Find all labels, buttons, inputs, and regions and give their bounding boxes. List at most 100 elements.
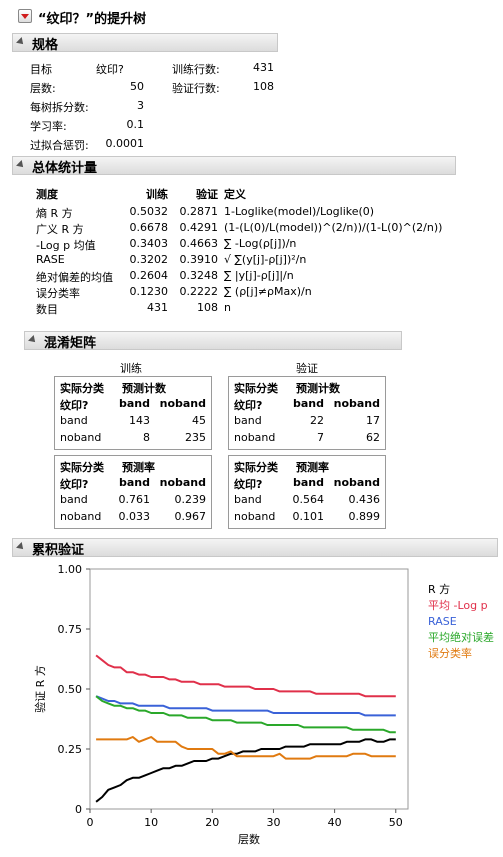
valid-count-cell: 17	[366, 414, 380, 427]
train-rate-cell: 0.033	[118, 510, 151, 523]
overall-definition: 1-Loglike(model)/Loglike(0)	[224, 205, 375, 218]
spec-value-penalty: 0.0001	[105, 137, 145, 150]
valid-count-row-label: noband	[234, 431, 276, 444]
spec-label-layers: 层数:	[30, 82, 56, 95]
spec-label-splits: 每树拆分数:	[30, 101, 89, 114]
overall-definition: ∑ (ρ[j]≠ρMax)/n	[224, 285, 312, 298]
overall-valid-value: 0.2871	[179, 205, 219, 218]
y-tick-label: 0	[75, 803, 82, 816]
train-count-cell: 8	[143, 431, 150, 444]
spec-value-layers: 50	[130, 80, 144, 93]
train-count-col-band: band	[118, 397, 150, 410]
cumulative-validation-chart: 0 0.25 0.50 0.75 1.00 0 10 20 30 40 50 层数 验证 R 方 R 方平…	[33, 563, 494, 846]
overall-valid-value: 0.3910	[179, 253, 219, 266]
confusion-header-title: 混淆矩阵	[44, 336, 97, 351]
valid-rate-pred-header: 预测率	[296, 461, 329, 474]
train-rate-col-band: band	[118, 476, 150, 489]
legend-item-logp: 平均 -Log p	[428, 599, 488, 612]
overall-measure-name: 数目	[36, 303, 58, 316]
valid-count-col-band: band	[292, 397, 324, 410]
train-rate-cell: 0.239	[174, 493, 207, 506]
col-header-valid: 验证	[196, 188, 218, 201]
spec-header-title: 规格	[32, 38, 59, 53]
spec-label-penalty: 过拟合惩罚:	[30, 139, 89, 152]
x-tick-label: 20	[205, 816, 219, 829]
x-tick-label: 50	[389, 816, 403, 829]
x-tick-label: 40	[328, 816, 342, 829]
y-tick-label: 1.00	[58, 563, 83, 576]
valid-count-row-label: band	[234, 414, 262, 427]
overall-measure-name: -Log p 均值	[36, 239, 96, 252]
x-tick-label: 0	[87, 816, 94, 829]
overall-train-value: 0.3403	[129, 237, 169, 250]
spec-value-lr: 0.1	[126, 118, 145, 131]
valid-rate-col-band: band	[292, 476, 324, 489]
valid-rate-row-var: 纹印?	[234, 478, 263, 491]
train-count-cell: 143	[129, 414, 150, 427]
train-count-actual-header: 实际分类	[60, 382, 104, 395]
overall-measure-name: RASE	[36, 253, 65, 266]
valid-rate-cell: 0.101	[292, 510, 325, 523]
overall-train-value: 0.6678	[129, 221, 169, 234]
train-rate-pred-header: 预测率	[122, 461, 155, 474]
col-header-definition: 定义	[224, 188, 246, 201]
overall-train-value: 0.2604	[129, 269, 169, 282]
train-count-cell: 235	[185, 431, 206, 444]
overall-definition: (1-(L(0)/L(model))^(2/n))/(1-L(0)^(2/n))	[224, 221, 443, 234]
spec-label-target: 目标	[30, 63, 52, 76]
confusion-train-label: 训练	[120, 362, 142, 375]
valid-count-cell: 22	[310, 414, 324, 427]
train-count-pred-header: 预测计数	[122, 382, 166, 395]
train-rate-col-noband: noband	[159, 476, 206, 489]
train-count-row-label: band	[60, 414, 88, 427]
col-header-train: 训练	[146, 188, 168, 201]
y-tick-label: 0.75	[58, 623, 83, 636]
valid-count-pred-header: 预测计数	[296, 382, 340, 395]
train-count-row-label: noband	[60, 431, 102, 444]
valid-rate-cell: 0.436	[348, 493, 381, 506]
legend-item-rsq: R 方	[428, 582, 450, 596]
train-rate-cell: 0.761	[118, 493, 151, 506]
confusion-valid-label: 验证	[296, 362, 318, 375]
overall-measure-name: 误分类率	[36, 287, 80, 300]
valid-count-cell: 7	[317, 431, 324, 444]
overall-train-value: 0.1230	[129, 285, 169, 298]
x-axis-label: 层数	[238, 833, 260, 846]
train-count-col-noband: noband	[159, 397, 206, 410]
report-title: “纹印？”的提升树	[38, 12, 147, 27]
spec-value-target: 纹印?	[96, 63, 124, 76]
train-count-row-var: 纹印?	[60, 399, 89, 412]
train-rate-actual-header: 实际分类	[60, 461, 104, 474]
spec-value-splits: 3	[137, 99, 144, 112]
cumulative-header-title: 累积验证	[32, 543, 85, 558]
y-tick-label: 0.25	[58, 743, 83, 756]
legend-item-rase: RASE	[428, 615, 457, 628]
train-rate-cell: 0.967	[174, 510, 207, 523]
overall-header-title: 总体统计量	[32, 161, 98, 176]
valid-count-row-var: 纹印?	[234, 399, 263, 412]
overall-measure-name: 绝对偏差的均值	[36, 271, 113, 284]
plot-frame	[89, 568, 409, 810]
valid-count-col-noband: noband	[333, 397, 380, 410]
overall-valid-value: 0.3248	[179, 269, 219, 282]
col-header-measure: 测度	[36, 188, 58, 201]
overall-train-value: 431	[147, 301, 168, 314]
x-tick-label: 30	[266, 816, 280, 829]
valid-count-cell: 62	[366, 431, 380, 444]
overall-measure-name: 广义 R 方	[36, 223, 84, 236]
valid-rate-col-noband: noband	[333, 476, 380, 489]
valid-count-actual-header: 实际分类	[234, 382, 278, 395]
spec-label-train-rows: 训练行数:	[172, 63, 220, 76]
train-rate-row-label: band	[60, 493, 88, 506]
x-tick-label: 10	[144, 816, 158, 829]
overall-definition: √ ∑(y[j]-ρ[j])²/n	[224, 253, 307, 266]
train-rate-row-var: 纹印?	[60, 478, 89, 491]
valid-rate-actual-header: 实际分类	[234, 461, 278, 474]
report-menu-button[interactable]	[18, 9, 32, 23]
y-axis-label: 验证 R 方	[33, 665, 47, 713]
train-rate-row-label: noband	[60, 510, 102, 523]
spec-value-train-rows: 431	[253, 61, 274, 74]
cumulative-header-bar[interactable]	[12, 538, 498, 557]
valid-rate-row-label: band	[234, 493, 262, 506]
overall-valid-value: 108	[197, 301, 218, 314]
